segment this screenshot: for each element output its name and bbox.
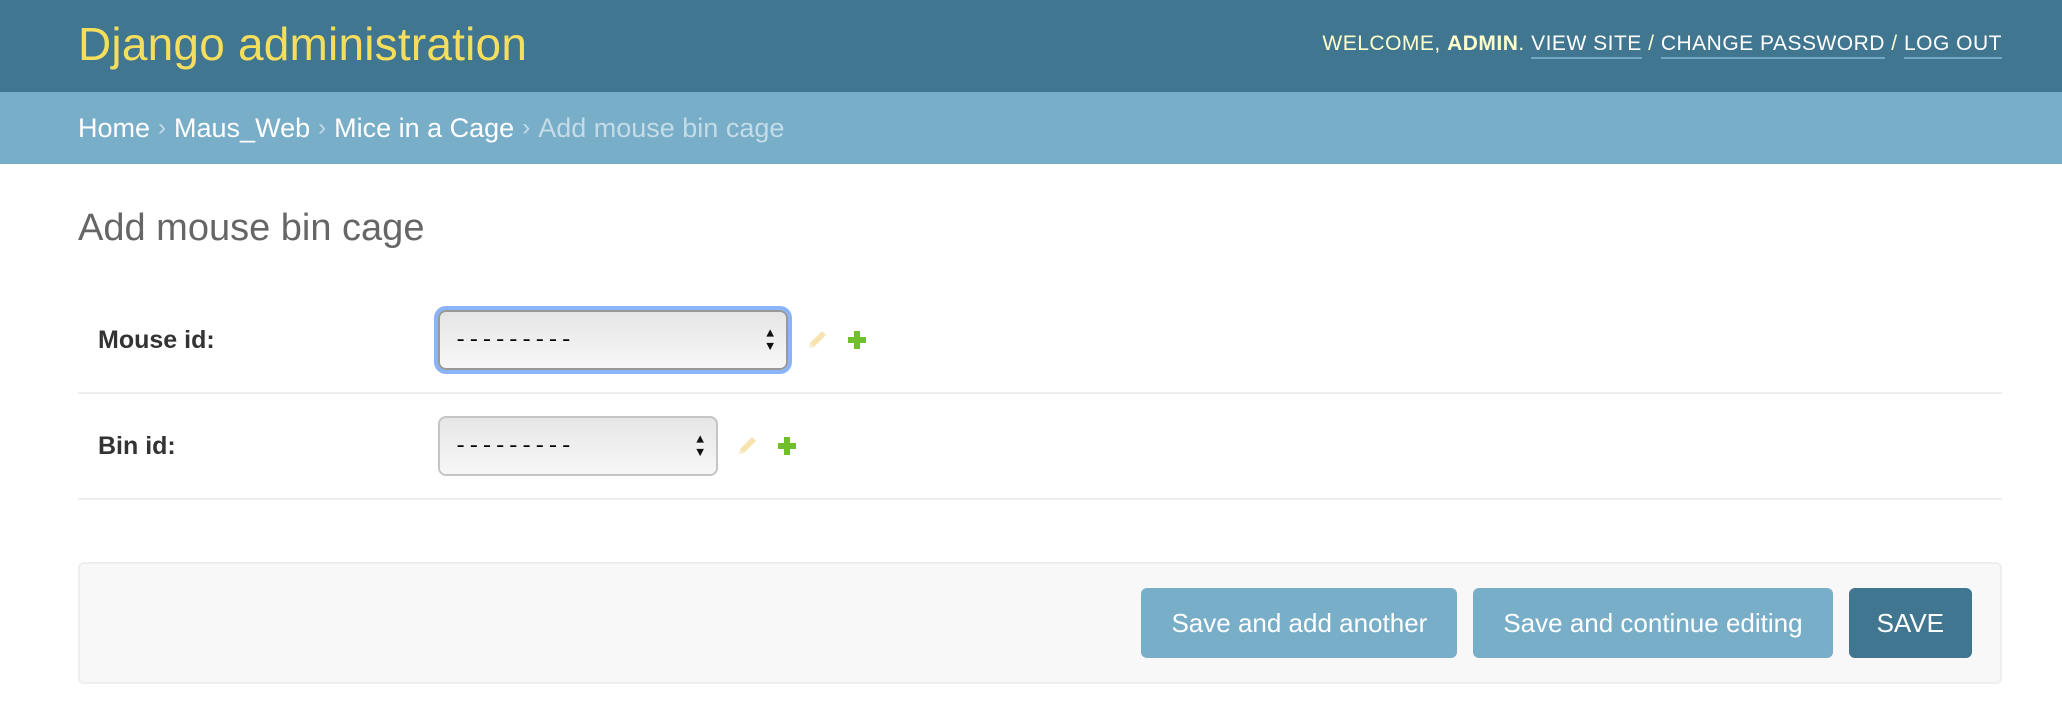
content: Add mouse bin cage Mouse id: --------- ▲… [0, 206, 2062, 684]
breadcrumb-model[interactable]: Mice in a Cage [334, 113, 514, 144]
bin-id-select[interactable]: --------- ▲ ▼ [438, 416, 718, 476]
user-tools: Welcome, admin. View site / Change passw… [1322, 32, 2002, 59]
save-and-continue-button[interactable]: Save and continue editing [1473, 588, 1833, 658]
page-title: Add mouse bin cage [78, 207, 425, 249]
add-bin-icon[interactable] [776, 435, 798, 457]
bin-id-label: Bin id: [98, 431, 176, 460]
separator: / [1648, 32, 1655, 55]
pencil-icon [806, 329, 828, 351]
header: Django administration Welcome, admin. Vi… [0, 0, 2062, 92]
breadcrumb-separator: › [318, 114, 327, 141]
related-widget-icons [806, 329, 868, 351]
breadcrumb: Home › Maus_Web › Mice in a Cage › Add m… [0, 92, 2062, 164]
breadcrumb-home[interactable]: Home [78, 113, 150, 144]
pencil-icon [736, 435, 758, 457]
select-arrows-icon: ▲ ▼ [766, 326, 774, 354]
breadcrumb-app[interactable]: Maus_Web [174, 113, 310, 144]
bin-id-selected-value: --------- [454, 433, 573, 459]
mouse-id-label: Mouse id: [98, 325, 215, 354]
submit-row: Save and add another Save and continue e… [78, 562, 2002, 684]
breadcrumb-separator: › [158, 114, 167, 141]
change-password-link[interactable]: Change password [1660, 32, 1885, 59]
breadcrumb-current: Add mouse bin cage [538, 112, 785, 143]
save-and-add-another-button[interactable]: Save and add another [1141, 588, 1458, 658]
save-button[interactable]: Save [1848, 588, 1972, 658]
mouse-id-select[interactable]: --------- ▲ ▼ [438, 310, 788, 370]
view-site-link[interactable]: View site [1531, 32, 1642, 59]
add-mouse-icon[interactable] [846, 329, 868, 351]
form-row-mouse-id: Mouse id: --------- ▲ ▼ [78, 288, 2002, 394]
related-widget-icons [736, 435, 798, 457]
site-branding[interactable]: Django administration [78, 17, 527, 71]
separator: / [1891, 32, 1898, 55]
mouse-id-selected-value: --------- [454, 327, 573, 353]
form-row-bin-id: Bin id: --------- ▲ ▼ [78, 394, 2002, 500]
log-out-link[interactable]: Log out [1903, 32, 2002, 59]
welcome-suffix: . [1518, 32, 1525, 55]
select-arrows-icon: ▲ ▼ [696, 432, 704, 460]
username: admin [1447, 32, 1519, 55]
welcome-text: Welcome, [1322, 32, 1441, 55]
breadcrumb-separator: › [522, 114, 531, 141]
